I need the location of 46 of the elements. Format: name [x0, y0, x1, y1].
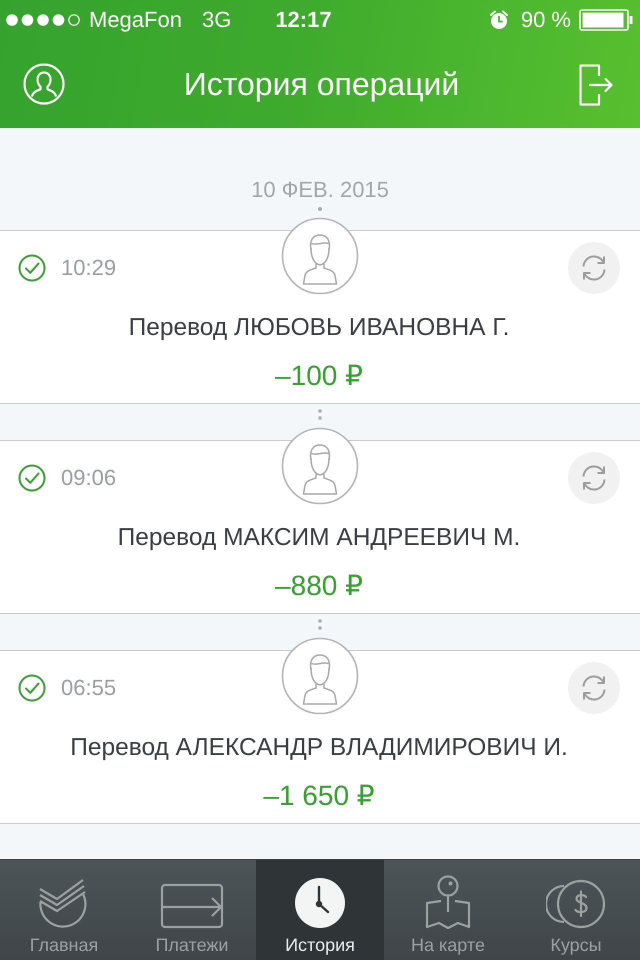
clock-icon — [294, 877, 346, 929]
avatar-icon — [281, 427, 359, 505]
transaction-card[interactable]: 09:06 Перевод МАКСИМ АНДРЕЕВИЧ М. –880 ₽ — [0, 440, 640, 614]
tab-bar-item[interactable]: Курсы — [512, 860, 640, 960]
signal-icon — [6, 14, 80, 26]
tab-bar-item[interactable]: Платежи — [128, 860, 256, 960]
repeat-button[interactable] — [568, 242, 620, 294]
refresh-icon — [580, 464, 608, 492]
screen-title: История операций — [182, 66, 460, 102]
logout-icon[interactable] — [578, 63, 614, 107]
transaction-amount: –880 ₽ — [275, 569, 363, 603]
check-circle-icon — [18, 254, 46, 282]
status-time: 12:17 — [275, 7, 332, 33]
transaction-description: Перевод ЛЮБОВЬ ИВАНОВНА Г. — [128, 313, 510, 343]
avatar-icon — [281, 217, 359, 295]
refresh-icon — [580, 674, 608, 702]
profile-icon[interactable] — [23, 63, 65, 105]
coins-icon — [546, 879, 606, 929]
timeline-dot-icon — [318, 207, 322, 211]
transaction-time: 06:55 — [61, 675, 116, 701]
check-circle-icon — [18, 674, 46, 702]
transaction-description: Перевод АЛЕКСАНДР ВЛАДИМИРОВИЧ И. — [70, 733, 568, 763]
repeat-button[interactable] — [568, 662, 620, 714]
repeat-button[interactable] — [568, 452, 620, 504]
check-circle-icon — [18, 464, 46, 492]
map-pin-icon — [425, 875, 471, 929]
transaction-card[interactable]: 10:29 Перевод ЛЮБОВЬ ИВАНОВНА Г. –100 ₽ — [0, 230, 640, 404]
transaction-card[interactable]: 06:55 Перевод АЛЕКСАНДР ВЛАДИМИРОВИЧ И. –1 650 ₽ — [0, 650, 640, 824]
transaction-amount: –1 650 ₽ — [263, 779, 375, 813]
avatar-icon — [281, 637, 359, 715]
battery-percent: 90 % — [520, 7, 571, 33]
refresh-icon — [580, 254, 608, 282]
carrier-name: MegaFon — [89, 7, 182, 33]
transaction-time: 09:06 — [61, 465, 116, 491]
tab-bar-item[interactable]: История — [256, 860, 384, 960]
timeline-connector-icon — [318, 409, 322, 420]
network-type: 3G — [202, 7, 232, 33]
transaction-time: 10:29 — [61, 255, 116, 281]
tab-bar-item[interactable]: На карте — [384, 860, 512, 960]
alarm-clock-icon — [488, 10, 509, 30]
transaction-amount: –100 ₽ — [275, 359, 363, 393]
tab-bar-item[interactable]: Главная — [0, 860, 128, 960]
battery-icon — [579, 9, 633, 31]
date-heading: 10 ФЕВ. 2015 — [251, 176, 389, 204]
timeline-connector-icon — [318, 619, 322, 630]
transaction-description: Перевод МАКСИМ АНДРЕЕВИЧ М. — [118, 523, 520, 553]
